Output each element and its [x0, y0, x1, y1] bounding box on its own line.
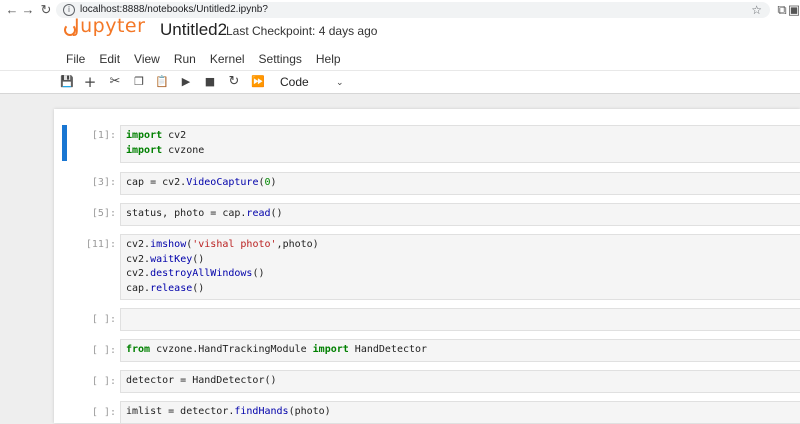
menu-settings[interactable]: Settings: [259, 51, 302, 67]
code-cell-input[interactable]: from cvzone.HandTrackingModule import Ha…: [120, 339, 800, 362]
code-text: cv2.imshow('vishal photo',photo) cv2.wai…: [126, 239, 319, 294]
reload-icon[interactable]: ↻: [38, 1, 54, 19]
address-bar[interactable]: i localhost:8888/notebooks/Untitled2.ipy…: [56, 2, 770, 18]
keyword-import: import: [126, 130, 163, 141]
menu-kernel[interactable]: Kernel: [210, 51, 245, 67]
add-icon[interactable]: +: [81, 73, 99, 91]
back-icon[interactable]: ←: [4, 1, 20, 19]
notebook-title[interactable]: Untitled2: [160, 20, 227, 40]
code-text: cap = cv2.VideoCapture(0): [126, 177, 277, 188]
active-cell-indicator: [62, 125, 67, 161]
cell-type-select[interactable]: Code: [280, 73, 309, 91]
code-text: import cv2 import cvzone: [126, 130, 205, 156]
code-cell-input[interactable]: imlist = detector.findHands(photo): [120, 401, 800, 424]
cut-icon[interactable]: ✂: [106, 73, 124, 91]
jupyter-logo[interactable]: Jupyter: [64, 14, 146, 38]
keyword-import: import: [126, 144, 163, 156]
copy-icon[interactable]: ❐: [130, 73, 148, 91]
cell-prompt: [ ]:: [91, 376, 116, 387]
save-icon[interactable]: 💾: [58, 73, 76, 91]
stop-icon[interactable]: ■: [201, 73, 219, 91]
notebook-toolbar: 💾 + ✂ ❐ 📋 ▶ ■ ↻ ⏩ Code ⌄: [56, 73, 796, 91]
code-text: from cvzone.HandTrackingModule import Ha…: [126, 344, 428, 355]
code-cell-input[interactable]: detector = HandDetector(): [120, 370, 800, 393]
code-text: [121, 309, 800, 330]
menu-edit[interactable]: Edit: [99, 51, 120, 67]
code-cell-input[interactable]: import cv2 import cvzone: [120, 125, 800, 163]
forward-icon[interactable]: →: [20, 1, 36, 19]
restart-icon[interactable]: ↻: [225, 73, 243, 91]
split-view-icon[interactable]: ▣: [786, 1, 800, 19]
fast-forward-icon[interactable]: ⏩: [249, 73, 267, 91]
code-cell-input[interactable]: cv2.imshow('vishal photo',photo) cv2.wai…: [120, 234, 800, 300]
code-cell-input[interactable]: status, photo = cap.read(): [120, 203, 800, 226]
menu-divider: [0, 70, 800, 71]
run-icon[interactable]: ▶: [177, 73, 195, 91]
menu-view[interactable]: View: [134, 51, 160, 67]
code-cell-input[interactable]: cap = cv2.VideoCapture(0): [120, 172, 800, 195]
menu-help[interactable]: Help: [316, 51, 341, 67]
cell-prompt: [11]:: [85, 239, 116, 250]
cell-prompt: [ ]:: [91, 314, 116, 325]
menu-bar: File Edit View Run Kernel Settings Help: [66, 51, 355, 67]
paste-icon[interactable]: 📋: [153, 73, 171, 91]
bookmark-star-icon[interactable]: ☆: [751, 2, 762, 18]
code-text: imlist = detector.findHands(photo): [126, 406, 331, 417]
chevron-down-icon[interactable]: ⌄: [336, 73, 344, 91]
code-text: detector = HandDetector(): [126, 375, 277, 386]
cell-prompt: [1]:: [91, 130, 116, 141]
notebook-panel: [1]: import cv2 import cvzone [3]: cap =…: [54, 109, 800, 424]
code-text: status, photo = cap.read(): [126, 208, 283, 219]
cell-prompt: [ ]:: [91, 407, 116, 418]
menu-run[interactable]: Run: [174, 51, 196, 67]
menu-file[interactable]: File: [66, 51, 85, 67]
jupyter-header: Jupyter Untitled2 Last Checkpoint: 4 day…: [0, 15, 800, 94]
checkpoint-status: Last Checkpoint: 4 days ago: [226, 24, 378, 38]
cell-prompt: [ ]:: [91, 345, 116, 356]
cell-prompt: [5]:: [91, 208, 116, 219]
jupyter-orb-icon: [64, 24, 76, 36]
code-cell-input[interactable]: [120, 308, 800, 331]
jupyter-logo-text: Jupyter: [74, 15, 146, 37]
cell-prompt: [3]:: [91, 177, 116, 188]
